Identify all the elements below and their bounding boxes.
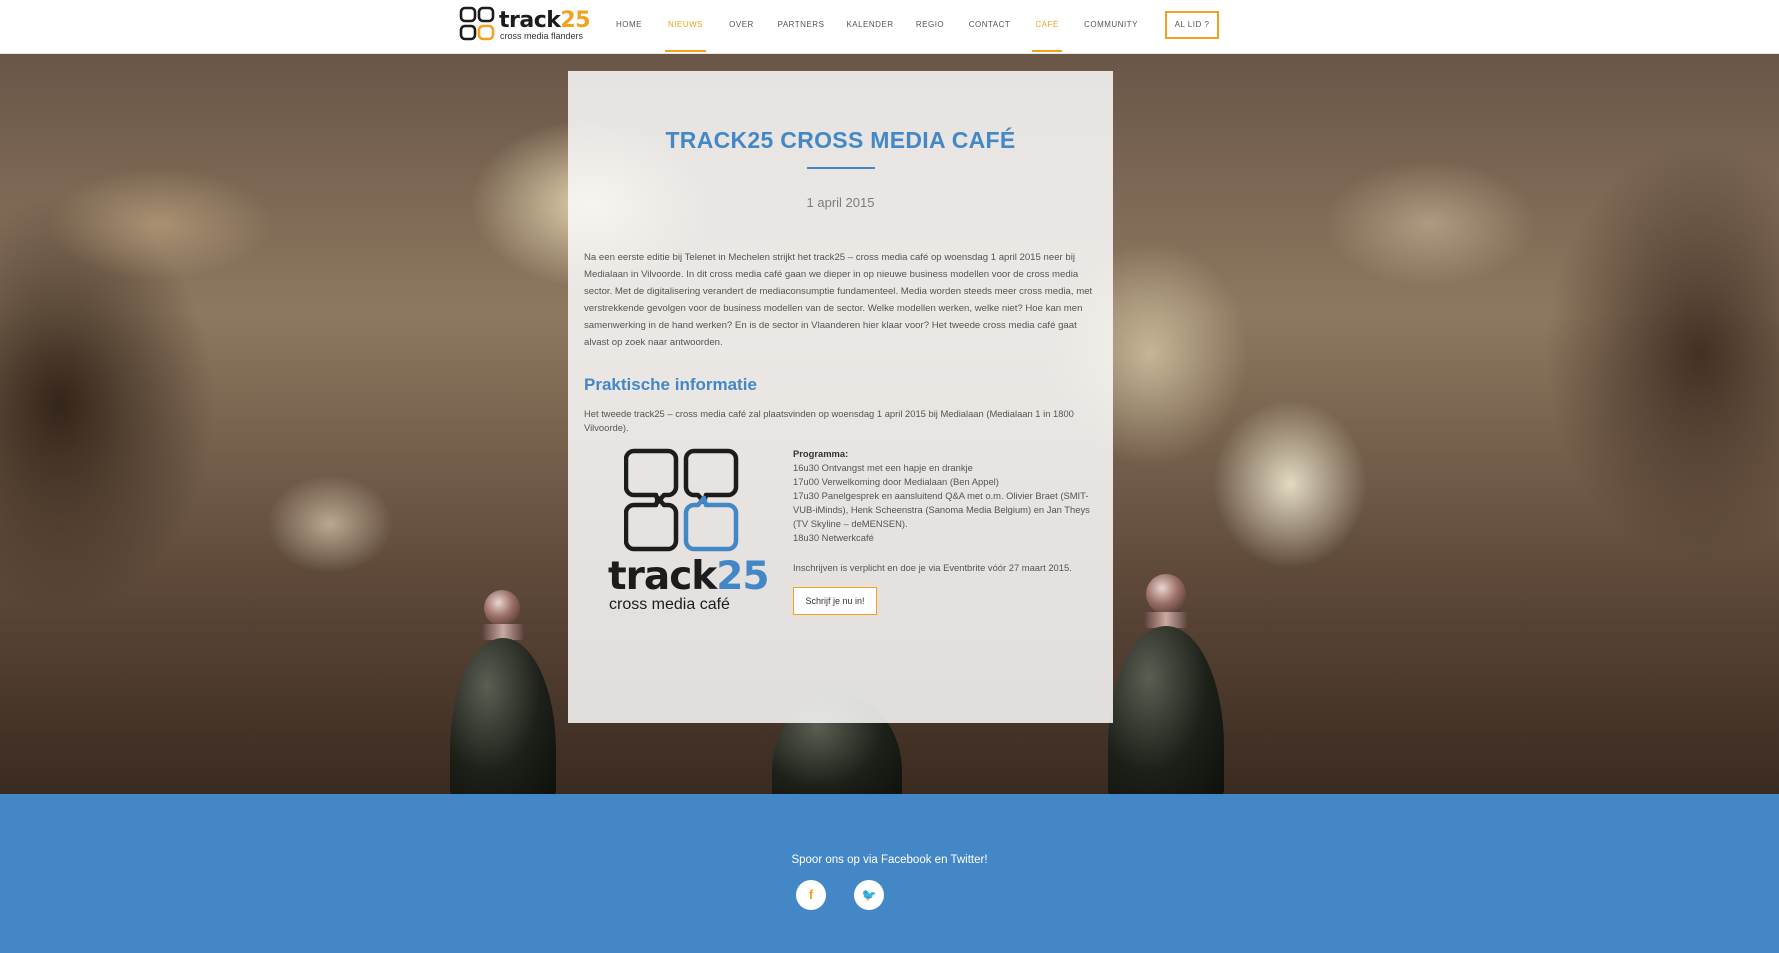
site-header: track25 cross media flanders HOME NIEUWS… [0, 0, 1779, 54]
twitter-icon[interactable]: 🐦 [854, 880, 884, 910]
program-title: Programma: [793, 448, 849, 459]
section-text: Het tweede track25 – cross media café za… [584, 408, 1074, 433]
article-date: 1 april 2015 [806, 195, 875, 210]
cafe-logo-mark-icon [624, 448, 739, 552]
site-footer: Spoor ons op via Facebook en Twitter! f … [0, 794, 1779, 953]
registration-text: Inschrijven is verplicht en doe je via E… [793, 562, 1072, 573]
nav-partners[interactable]: PARTNERS [776, 0, 826, 52]
nav-over[interactable]: OVER [727, 0, 756, 52]
facebook-icon[interactable]: f [796, 880, 826, 910]
beer-tap-knob-left [484, 590, 520, 626]
footer-follow-text: Spoor ons op via Facebook en Twitter! [791, 854, 988, 866]
beer-tap-knob-right [1146, 574, 1186, 614]
article-title: TRACK25 CROSS MEDIA CAFÉ [665, 127, 1016, 153]
program-item: 18u30 Netwerkcafé [793, 532, 874, 543]
nav-cafe[interactable]: CAFÉ [1032, 0, 1062, 52]
section-heading: Praktische informatie [584, 375, 757, 394]
nav-kalender[interactable]: KALENDER [846, 0, 894, 52]
beer-tap-left [450, 638, 556, 794]
article-card: TRACK25 CROSS MEDIA CAFÉ 1 april 2015 Na… [568, 71, 1113, 723]
logo-subtitle: cross media flanders [500, 31, 584, 41]
register-button[interactable]: Schrijf je nu in! [793, 587, 877, 615]
member-login-button[interactable]: AL LID ? [1165, 11, 1219, 39]
program-list: Programma: 16u30 Ontvangst met een hapje… [793, 447, 1097, 545]
nav-regio[interactable]: REGIO [914, 0, 946, 52]
program-item: 17u00 Verwelkoming door Medialaan (Ben A… [793, 476, 999, 487]
nav-home[interactable]: HOME [612, 0, 646, 52]
beer-tap-right [1108, 626, 1224, 794]
cafe-logo-subtitle: cross media café [609, 596, 730, 613]
logo-wordmark: track25 [499, 8, 591, 33]
program-item: 17u30 Panelgesprek en aansluitend Q&A me… [793, 490, 1090, 529]
site-logo[interactable]: track25 cross media flanders [459, 6, 591, 44]
article-intro: Na een eerste editie bij Telenet in Mech… [584, 252, 1093, 348]
cafe-logo-wordmark: track25 [608, 554, 770, 599]
logo-mark-icon [459, 6, 495, 41]
title-divider [807, 167, 875, 169]
cafe-logo: track25 cross media café [608, 447, 770, 617]
nav-community[interactable]: COMMUNITY [1082, 0, 1140, 52]
nav-nieuws[interactable]: NIEUWS [665, 0, 706, 52]
program-item: 16u30 Ontvangst met een hapje en drankje [793, 462, 973, 473]
nav-contact[interactable]: CONTACT [966, 0, 1013, 52]
